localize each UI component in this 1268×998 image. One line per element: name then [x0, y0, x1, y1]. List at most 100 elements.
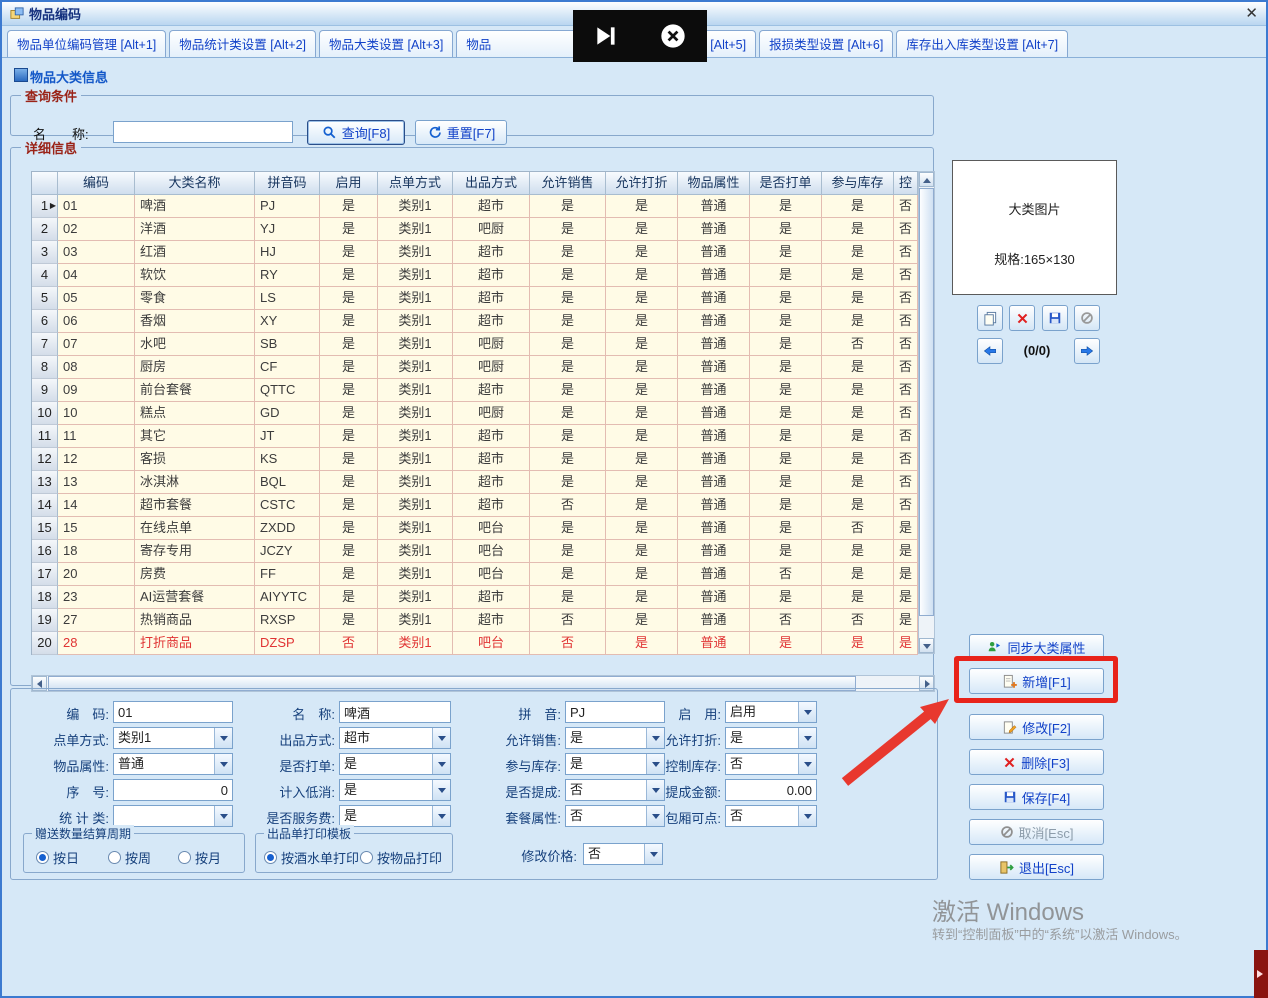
field-dropdown[interactable]: 是 [725, 727, 817, 749]
table-row[interactable]: 404软饮RY是类别1超市是是普通是是否 [32, 264, 918, 287]
table-row[interactable]: 1▶01啤酒PJ是类别1超市是是普通是是否 [32, 195, 918, 218]
table-row[interactable]: 1313冰淇淋BQL是类别1超市是是普通是是否 [32, 471, 918, 494]
tab-2[interactable]: 物品统计类设置 [Alt+2] [169, 30, 316, 57]
table-row[interactable]: 505零食LS是类别1超市是是普通是是否 [32, 287, 918, 310]
exit-button[interactable]: 退出[Esc] [969, 854, 1104, 880]
table-row[interactable]: 1111其它JT是类别1超市是是普通是是否 [32, 425, 918, 448]
field-input[interactable] [113, 779, 233, 801]
table-cell: 是 [822, 264, 894, 287]
radio-option[interactable]: 按月 [178, 848, 221, 867]
table-row[interactable]: 1823AI运营套餐AIYYTC是类别1超市是是普通是是是 [32, 586, 918, 609]
radio-option[interactable]: 按酒水单打印 [264, 848, 359, 867]
radio-option[interactable]: 按周 [108, 848, 151, 867]
tab-1[interactable]: 物品单位编码管理 [Alt+1] [7, 30, 166, 57]
table-row[interactable]: 1515在线点单ZXDD是类别1吧台是是普通是否是 [32, 517, 918, 540]
image-save-button[interactable] [1042, 305, 1068, 331]
field-dropdown[interactable]: 类别1 [113, 727, 233, 749]
chevron-down-icon[interactable] [432, 754, 450, 774]
action-button-label: 删除[F3] [1021, 753, 1069, 772]
table-row[interactable]: 1010糕点GD是类别1吧厨是是普通是是否 [32, 402, 918, 425]
table-row[interactable]: 909前台套餐QTTC是类别1超市是是普通是是否 [32, 379, 918, 402]
table-row[interactable]: 303红酒HJ是类别1超市是是普通是是否 [32, 241, 918, 264]
table-row[interactable]: 1414超市套餐CSTC是类别1超市否是普通是是否 [32, 494, 918, 517]
column-header[interactable]: 编码 [58, 172, 135, 195]
chevron-down-icon[interactable] [432, 728, 450, 748]
table-vertical-scrollbar[interactable] [918, 171, 935, 654]
column-header[interactable]: 拼音码 [255, 172, 320, 195]
field-dropdown[interactable]: 否 [725, 805, 817, 827]
window-close-button[interactable]: ✕ [1245, 6, 1258, 21]
close-circle-icon[interactable] [659, 22, 687, 50]
table-cell: 是 [822, 287, 894, 310]
table-row[interactable]: 808厨房CF是类别1吧厨是是普通是是否 [32, 356, 918, 379]
field-dropdown[interactable] [113, 805, 233, 827]
column-header[interactable]: 控 [894, 172, 918, 195]
field-input[interactable] [339, 701, 451, 723]
edit-button[interactable]: 修改[F2] [969, 714, 1104, 740]
table-row[interactable]: 2028打折商品DZSP否类别1吧台否是普通是是是 [32, 632, 918, 655]
delete-button[interactable]: 删除[F3] [969, 749, 1104, 775]
radio-option[interactable]: 按物品打印 [360, 848, 442, 867]
save-button[interactable]: 保存[F4] [969, 784, 1104, 810]
field-input[interactable] [725, 779, 817, 801]
image-open-button[interactable] [977, 305, 1003, 331]
column-header[interactable]: 物品属性 [678, 172, 750, 195]
table-cell: 普通 [678, 540, 750, 563]
column-header[interactable]: 大类名称 [135, 172, 255, 195]
arrow-left-icon [982, 344, 998, 358]
prev-image-button[interactable] [977, 338, 1003, 364]
table-row[interactable]: 202洋酒YJ是类别1吧厨是是普通是是否 [32, 218, 918, 241]
table-cell: 香烟 [135, 310, 255, 333]
field-dropdown[interactable]: 超市 [339, 727, 451, 749]
field-dropdown[interactable]: 是 [339, 805, 451, 827]
field-dropdown[interactable]: 是 [339, 779, 451, 801]
table-cell: 类别1 [378, 540, 453, 563]
table-row[interactable]: 1720房费FF是类别1吧台是是普通否是是 [32, 563, 918, 586]
chevron-down-icon[interactable] [798, 702, 816, 722]
scroll-down-button[interactable] [919, 638, 934, 653]
column-header[interactable]: 允许打折 [606, 172, 678, 195]
chevron-down-icon[interactable] [798, 806, 816, 826]
column-header[interactable]: 点单方式 [378, 172, 453, 195]
table-row[interactable]: 606香烟XY是类别1超市是是普通是是否 [32, 310, 918, 333]
field-dropdown[interactable]: 普通 [113, 753, 233, 775]
chevron-down-icon[interactable] [214, 806, 232, 826]
chevron-down-icon[interactable] [798, 754, 816, 774]
chevron-down-icon[interactable] [432, 780, 450, 800]
table-row[interactable]: 1618寄存专用JCZY是类别1吧台是是普通是是是 [32, 540, 918, 563]
field-dropdown[interactable]: 是 [339, 753, 451, 775]
column-header[interactable]: 启用 [320, 172, 378, 195]
chevron-down-icon[interactable] [798, 728, 816, 748]
tab-6[interactable]: 报损类型设置 [Alt+6] [759, 30, 893, 57]
chevron-down-icon[interactable] [432, 806, 450, 826]
field-dropdown[interactable]: 否 [725, 753, 817, 775]
field-dropdown[interactable]: 启用 [725, 701, 817, 723]
next-image-button[interactable] [1074, 338, 1100, 364]
column-header[interactable]: 参与库存 [822, 172, 894, 195]
image-cancel-button[interactable] [1074, 305, 1100, 331]
tab-7[interactable]: 库存出入库类型设置 [Alt+7] [896, 30, 1068, 57]
column-header[interactable]: 允许销售 [530, 172, 606, 195]
scroll-up-button[interactable] [919, 172, 934, 187]
chevron-down-icon[interactable] [214, 728, 232, 748]
table-cell: 普通 [678, 402, 750, 425]
add-button[interactable]: 新增[F1] [969, 668, 1104, 694]
sync-category-attrs-button[interactable]: 同步大类属性 [969, 634, 1104, 660]
table-cell: 15 [58, 517, 135, 540]
radio-option[interactable]: 按日 [36, 848, 79, 867]
image-delete-button[interactable] [1009, 305, 1035, 331]
column-header[interactable]: 出品方式 [453, 172, 530, 195]
table-row[interactable]: 707水吧SB是类别1吧厨是是普通是否否 [32, 333, 918, 356]
table-row[interactable]: 1212客损KS是类别1超市是是普通是是否 [32, 448, 918, 471]
chevron-down-icon[interactable] [644, 844, 662, 864]
skip-play-icon[interactable] [593, 23, 619, 49]
field-input[interactable] [113, 701, 233, 723]
chevron-down-icon[interactable] [214, 754, 232, 774]
tab-3[interactable]: 物品大类设置 [Alt+3] [319, 30, 453, 57]
table-row[interactable]: 1927热销商品RXSP是类别1超市否是普通否否是 [32, 609, 918, 632]
corner-overlay-badge[interactable] [1254, 950, 1268, 998]
column-header[interactable]: 是否打单 [750, 172, 822, 195]
table-cell: 是 [320, 425, 378, 448]
vertical-scroll-thumb[interactable] [919, 188, 934, 616]
modify-price-dropdown[interactable]: 否 [583, 843, 663, 865]
